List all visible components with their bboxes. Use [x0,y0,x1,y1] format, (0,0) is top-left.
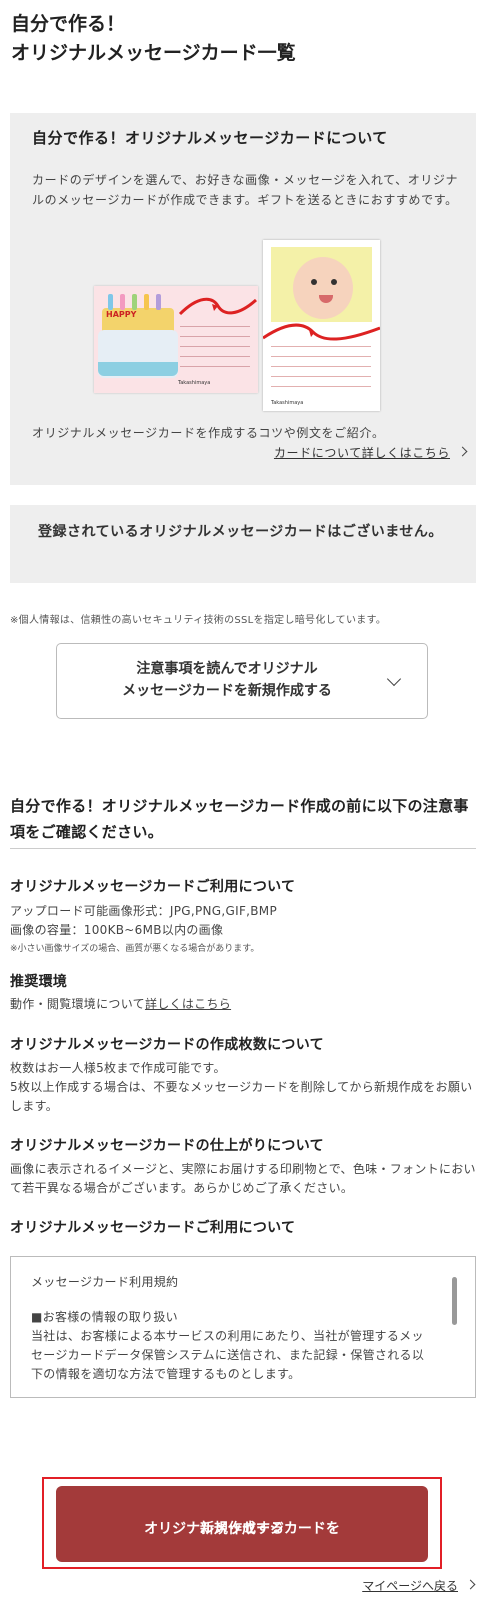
candle [108,294,113,310]
card-detail-link[interactable]: カードについて詳しくはこちら [273,444,468,461]
usage-size: 画像の容量：100KB~6MB以内の画像 [10,923,224,937]
about-heading: 自分で作る！オリジナルメッセージカードについて [32,129,388,147]
baby-photo [271,247,372,322]
candle [156,294,161,310]
candle [144,294,149,310]
environment-text: 動作・閲覧環境について詳しくはこちら [10,995,476,1014]
ribbon-graphic [263,323,380,341]
usage-heading: オリジナルメッセージカードご利用について [10,879,296,895]
empty-state-panel: 登録されているオリジナルメッセージカードはございません。 [10,505,476,583]
scrollbar-thumb[interactable] [452,1277,457,1325]
message-lines [180,326,250,376]
notice-title: 自分で作る！オリジナルメッセージカード作成の前に以下の注意事項をご確認ください。 [10,797,469,841]
terms-scrollbox[interactable]: メッセージカード利用規約 ■お客様の情報の取り扱い 当社は、お客様による本サービ… [10,1256,476,1398]
page-title-line1: 自分で作る！ [11,13,126,35]
usage-size-note: ※小さい画像サイズの場合、画質が悪くなる場合があります。 [10,944,260,954]
count-heading: オリジナルメッセージカードの作成枚数について [10,1037,324,1053]
terms-body: 当社は、お客様による本サービスの利用にあたり、当社が管理するメッセージカードデー… [31,1329,425,1381]
mypage-link[interactable]: マイページへ戻る [362,1577,476,1594]
candle [132,294,137,310]
create-toggle-line2: メッセージカードを新規作成する [122,683,332,699]
terms-content: メッセージカード利用規約 ■お客様の情報の取り扱い 当社は、お客様による本サービ… [31,1273,431,1384]
candle [120,294,125,310]
terms-title: メッセージカード利用規約 [31,1275,179,1289]
empty-state-message: 登録されているオリジナルメッセージカードはございません。 [38,524,443,540]
card-brand: Takashimaya [178,380,211,386]
chevron-right-icon [457,446,468,457]
cake-stripe [98,362,178,376]
usage-formats: アップロード可能画像形式：JPG,PNG,GIF,BMP [10,904,277,918]
about-panel: 自分で作る！オリジナルメッセージカードについて カードのデザインを選んで、お好き… [10,113,476,485]
divider [10,848,476,849]
about-tip: オリジナルメッセージカードを作成するコツや例文をご紹介。 [32,426,385,440]
chevron-down-icon [386,671,402,687]
message-lines [271,346,371,396]
usage2-heading: オリジナルメッセージカードご利用について [10,1220,296,1236]
page-title-line2: オリジナルメッセージカード一覧 [11,42,296,64]
create-toggle-label: 注意事項を読んでオリジナル メッセージカードを新規作成する [97,658,357,702]
ribbon-graphic [178,297,257,316]
mypage-link-label: マイページへ戻る [362,1579,458,1593]
sample-card-portrait: Takashimaya [263,240,380,411]
card-detail-link-label: カードについて詳しくはこちら [273,446,450,460]
sample-card-landscape: HAPPY Takashimaya [94,286,258,393]
create-toggle-line1: 注意事項を読んでオリジナル [136,661,318,677]
terms-section-heading: ■お客様の情報の取り扱い [31,1310,178,1324]
environment-label: 動作・閲覧環境について [10,997,145,1011]
cake-text: HAPPY [106,310,137,319]
create-new-card-line2: 新規作成する [200,1521,284,1537]
ssl-note: ※個人情報は、信頼性の高いセキュリティ技術のSSLを指定し暗号化しています。 [10,615,387,626]
about-description: カードのデザインを選んで、お好きな画像・メッセージを入れて、オリジナルのメッセー… [32,173,459,207]
finish-heading: オリジナルメッセージカードの仕上がりについて [10,1138,324,1154]
chevron-right-icon [465,1579,476,1590]
create-toggle-button[interactable]: 注意事項を読んでオリジナル メッセージカードを新規作成する [56,643,428,719]
count-line1: 枚数はお一人様5枚まで作成可能です。 [10,1061,226,1075]
create-new-card-button[interactable]: オリジナルメッセージカードを 新規作成する [56,1486,428,1562]
finish-text: 画像に表示されるイメージと、実際にお届けする印刷物とで、色味・フォントにおいて若… [10,1162,476,1195]
card-brand: Takashimaya [271,400,304,406]
environment-heading: 推奨環境 [10,974,68,990]
page-title: 自分で作る！ オリジナルメッセージカード一覧 [11,10,471,68]
count-line2: 5枚以上作成する場合は、不要なメッセージカードを削除してから新規作成をお願いしま… [10,1080,473,1113]
environment-detail-link[interactable]: 詳しくはこちら [145,997,231,1011]
